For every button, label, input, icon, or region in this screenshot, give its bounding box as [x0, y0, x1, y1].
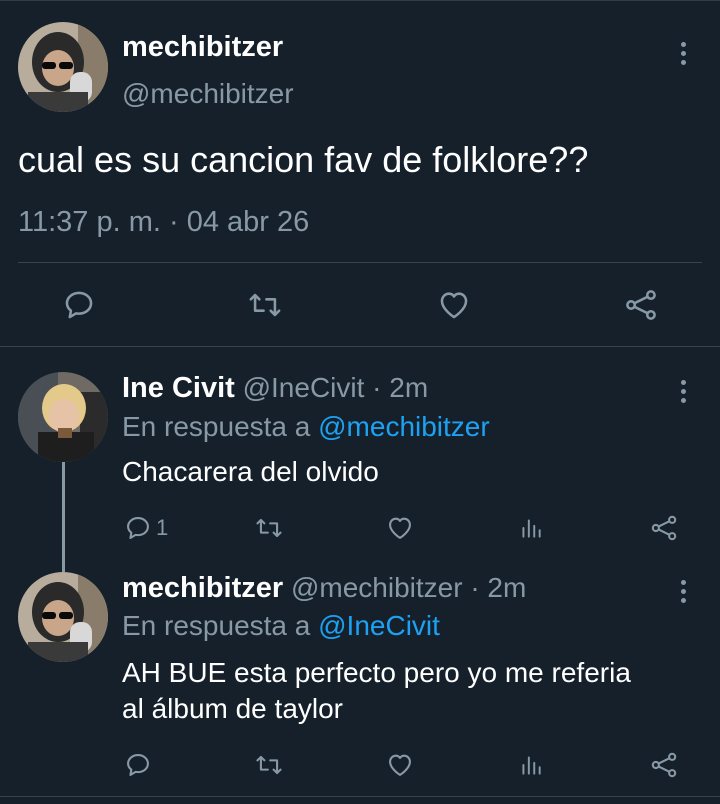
display-name[interactable]: mechibitzer	[122, 572, 283, 604]
display-name[interactable]: mechibitzer	[122, 31, 283, 64]
divider	[18, 262, 702, 263]
share-icon[interactable]	[623, 288, 659, 322]
display-name[interactable]: Ine Civit	[122, 372, 235, 404]
retweet-icon[interactable]	[254, 751, 284, 779]
more-options-icon[interactable]	[676, 580, 690, 603]
avatar[interactable]	[18, 372, 108, 462]
reply-count: 1	[156, 515, 169, 540]
reply-mention-link[interactable]: @IneCivit	[318, 610, 440, 641]
tweet-text: cual es su cancion fav de folklore??	[18, 139, 589, 180]
analytics-icon[interactable]	[518, 514, 544, 542]
reply-icon[interactable]	[62, 288, 96, 322]
handle[interactable]: @IneCivit	[243, 372, 365, 403]
avatar[interactable]	[18, 572, 108, 662]
handle[interactable]: @mechibitzer	[122, 78, 294, 110]
reply-context: En respuesta a @mechibitzer	[122, 411, 490, 443]
reply-prefix: En respuesta a	[122, 610, 311, 641]
reply-icon[interactable]	[124, 751, 152, 779]
tweet-text-line: al álbum de taylor	[122, 693, 344, 724]
avatar-inecivit-image	[18, 372, 108, 462]
retweet-icon[interactable]	[246, 288, 284, 322]
like-icon[interactable]	[386, 751, 414, 779]
divider	[0, 796, 720, 797]
thread-line	[62, 462, 65, 572]
retweet-icon[interactable]	[254, 514, 284, 542]
reply-mention-link[interactable]: @mechibitzer	[318, 411, 490, 442]
tweet-text: AH BUE esta perfecto pero yo me referia …	[122, 655, 631, 727]
reply-context: En respuesta a @IneCivit	[122, 610, 440, 642]
share-icon[interactable]	[650, 751, 678, 779]
tweet-text: Chacarera del olvido	[122, 456, 379, 487]
handle[interactable]: @mechibitzer	[291, 572, 463, 603]
tweet-time[interactable]: · 2m	[470, 572, 526, 603]
reply-icon[interactable]	[124, 514, 152, 542]
avatar-mechibitzer-image	[18, 572, 108, 662]
more-options-icon[interactable]	[676, 380, 690, 403]
like-icon[interactable]	[436, 288, 472, 322]
avatar-mechibitzer-image	[18, 22, 108, 112]
tweet-time[interactable]: · 2m	[372, 372, 428, 403]
reply-prefix: En respuesta a	[122, 411, 311, 442]
tweet-timestamp[interactable]: 11:37 p. m. · 04 abr 26	[18, 206, 309, 239]
like-icon[interactable]	[386, 514, 414, 542]
more-options-icon[interactable]	[676, 42, 690, 65]
avatar[interactable]	[18, 22, 108, 112]
reply-header: mechibitzer @mechibitzer · 2m	[122, 572, 526, 605]
tweet-text-line: AH BUE esta perfecto pero yo me referia	[122, 657, 631, 688]
share-icon[interactable]	[650, 514, 678, 542]
divider	[0, 346, 720, 347]
analytics-icon[interactable]	[518, 751, 544, 779]
reply-header: Ine Civit @IneCivit · 2m	[122, 372, 428, 405]
top-border	[0, 0, 720, 1]
